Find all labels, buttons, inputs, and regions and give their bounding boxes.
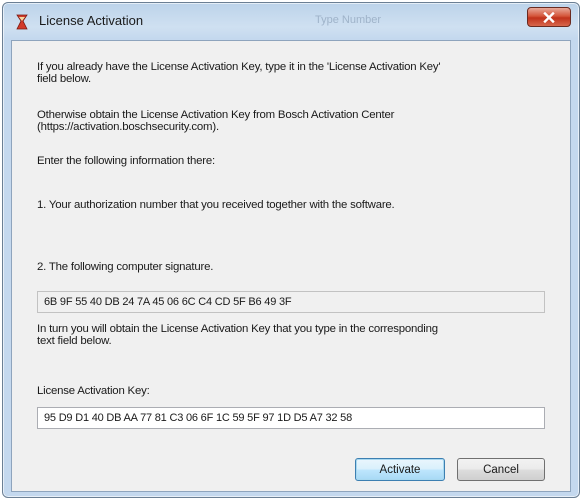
app-icon [16, 14, 28, 30]
step1-label: 1. Your authorization number that you re… [37, 199, 395, 211]
intro-text-line2: field below. [37, 73, 91, 85]
close-button[interactable] [527, 7, 571, 27]
window-title: License Activation [39, 13, 144, 28]
computer-signature-field[interactable] [37, 291, 545, 313]
activate-button[interactable]: Activate [355, 458, 445, 481]
license-activation-dialog: License Activation Type Number If you al… [2, 2, 580, 498]
obtain-text-line2: (https://activation.boschsecurity.com). [37, 121, 219, 133]
enter-info-label: Enter the following information there: [37, 155, 215, 167]
license-key-input[interactable] [37, 407, 545, 429]
cancel-button[interactable]: Cancel [457, 458, 545, 481]
step2-label: 2. The following computer signature. [37, 261, 214, 273]
background-window-title: Type Number [315, 14, 382, 26]
intro-text-line1: If you already have the License Activati… [37, 61, 441, 73]
title-bar[interactable]: License Activation Type Number [3, 3, 579, 39]
close-icon [543, 11, 555, 23]
license-key-label: License Activation Key: [37, 385, 150, 397]
in-turn-text-line2: text field below. [37, 335, 112, 347]
